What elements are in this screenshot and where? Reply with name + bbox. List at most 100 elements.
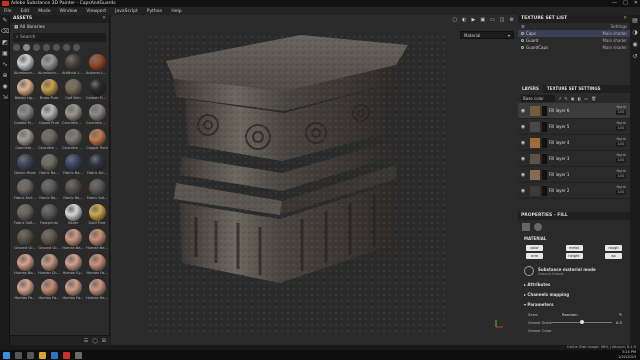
slider-handle[interactable] [580, 320, 584, 324]
material-thumbnail[interactable]: Footprints [38, 204, 60, 227]
menu-file[interactable]: File [4, 9, 12, 14]
gravel-scale-slider[interactable] [552, 320, 612, 324]
menu-mode[interactable]: Mode [38, 9, 50, 14]
close-icon[interactable]: ✕ [102, 15, 106, 23]
material-thumbnail[interactable]: Gold Pure [86, 204, 108, 227]
attributes-section[interactable]: ▸ Attributes [518, 280, 630, 290]
texture-set-item[interactable]: GuardCaps Main shader [518, 44, 630, 51]
add-mask-icon[interactable]: ◧ [578, 96, 582, 101]
menu-window[interactable]: Window [60, 9, 78, 14]
material-thumbnail[interactable]: Human Ey... [62, 254, 84, 277]
menu-icon[interactable]: ☰ [521, 24, 525, 29]
color-picker-icon[interactable]: ◉ [0, 81, 10, 92]
channel-nrm-toggle[interactable]: nrm [526, 253, 543, 259]
material-thumbnail[interactable]: Aluminum Pa... [38, 54, 60, 77]
material-sphere-icon[interactable] [534, 223, 542, 231]
material-thumbnail[interactable]: Fabric Ro... [38, 179, 60, 202]
task-view-icon[interactable] [27, 351, 34, 359]
shader-settings-icon[interactable]: ◉ [630, 39, 640, 51]
channel-height-toggle[interactable]: height [565, 253, 583, 259]
layer-row[interactable]: ◉ Fill layer 1 Norm 100 [518, 167, 630, 183]
material-thumbnail[interactable]: Fabric Ro... [62, 179, 84, 202]
texture-set-item[interactable]: Guard Main shader [518, 37, 630, 44]
camera-icon[interactable]: ▶ [471, 17, 475, 23]
material-thumbnail[interactable]: Calf Skin [62, 79, 84, 102]
material-thumbnail[interactable]: Human Ha... [86, 279, 108, 302]
material-thumbnail[interactable]: Human Fa... [86, 254, 108, 277]
material-thumbnail[interactable]: Human Be... [86, 229, 108, 252]
blend-mode[interactable]: Norm [616, 169, 626, 173]
menu-edit[interactable]: Edit [21, 9, 30, 14]
menu-viewport[interactable]: Viewport [86, 9, 106, 14]
menu-javascript[interactable]: JavaScript [115, 9, 138, 14]
material-thumbnail[interactable]: Ground Gr... [38, 229, 60, 252]
history-icon[interactable]: ↺ [630, 51, 640, 63]
opacity-value[interactable]: 100 [616, 174, 626, 179]
gravel-scale-value[interactable]: 0.5 [616, 320, 622, 325]
material-thumbnail[interactable]: Carbon Fiber [86, 79, 108, 102]
render-icon[interactable]: ▣ [480, 17, 485, 23]
projection-icon[interactable]: ◩ [0, 37, 10, 48]
opacity-value[interactable]: 100 [616, 110, 626, 115]
channel-dropdown[interactable]: Material ▾ [460, 31, 514, 39]
search-icon[interactable] [15, 351, 22, 359]
filter-all-icon[interactable] [13, 44, 20, 51]
opacity-value[interactable]: 100 [616, 190, 626, 195]
painter-taskbar-icon[interactable] [63, 351, 70, 359]
filter-materials-icon[interactable] [23, 44, 30, 51]
material-thumbnail[interactable]: Human Bo... [14, 254, 36, 277]
polygon-fill-icon[interactable]: ▣ [0, 48, 10, 59]
settings-button[interactable]: Settings [611, 24, 627, 29]
material-thumbnail[interactable]: Denim Rivet [14, 154, 36, 177]
add-paint-layer-icon[interactable]: ✎ [564, 96, 567, 101]
blend-mode[interactable]: Norm [616, 105, 626, 109]
start-icon[interactable] [3, 351, 10, 359]
3d-viewport[interactable]: ▢ ◐ ▶ ▣ ▭ ◫ ⚙ Material ▾ [111, 15, 518, 345]
material-thumbnail[interactable]: Fabric Sof... [86, 179, 108, 202]
material-thumbnail[interactable]: Fabric Ba... [62, 154, 84, 177]
material-thumbnail[interactable]: Concrete C... [86, 104, 108, 127]
blend-mode-dropdown[interactable]: Base color [521, 94, 555, 102]
app-icon[interactable] [75, 351, 82, 359]
shader-name[interactable]: Main shader [602, 31, 627, 36]
measure-icon[interactable]: ⇲ [0, 92, 10, 103]
material-thumbnail[interactable]: Concrete S... [38, 129, 60, 152]
add-asset-icon[interactable]: ⊞ [102, 338, 106, 344]
zoom-slider-icon[interactable]: ◯ [92, 338, 98, 344]
layer-row[interactable]: ◉ Fill layer 2 Norm 100 [518, 183, 630, 199]
opacity-value[interactable]: 100 [616, 158, 626, 163]
layer-row[interactable]: ◉ Fill layer 4 Norm 100 [518, 135, 630, 151]
channel-color-toggle[interactable]: color [526, 245, 543, 251]
eye-icon[interactable]: ◉ [518, 108, 528, 114]
layer-row[interactable]: ◉ Fill layer 5 Norm 100 [518, 119, 630, 135]
material-thumbnail[interactable]: Human Fe... [14, 279, 36, 302]
material-thumbnail[interactable]: Aluminum Am... [14, 54, 36, 77]
material-thumbnail[interactable]: Human Fo... [38, 279, 60, 302]
visibility-icon[interactable] [521, 39, 524, 42]
layer-row[interactable]: ◉ Fill layer 3 Norm 100 [518, 151, 630, 167]
material-thumbnail[interactable]: Fabric Soft... [14, 204, 36, 227]
material-thumbnail[interactable]: Fabric De... [86, 154, 108, 177]
filter-smart-materials-icon[interactable] [33, 44, 40, 51]
shader-name[interactable]: Main shader [602, 38, 627, 43]
blend-mode[interactable]: Norm [616, 185, 626, 189]
filter-textures-icon[interactable] [53, 44, 60, 51]
search-input[interactable]: ⌕ Search [13, 33, 106, 42]
explorer-icon[interactable] [39, 351, 46, 359]
material-thumbnail[interactable]: Gilder [62, 204, 84, 227]
texture-set-item[interactable]: Caps Main shader [518, 30, 630, 37]
smudge-icon[interactable]: ∿ [0, 59, 10, 70]
single-view-icon[interactable]: ▭ [490, 17, 495, 23]
minimize-button[interactable]: — [612, 0, 617, 6]
randomize-icon[interactable]: ✎ [619, 312, 622, 317]
display-settings-icon[interactable]: ◐ [462, 17, 466, 23]
material-thumbnail[interactable]: Fabric Ba... [38, 154, 60, 177]
visibility-icon[interactable] [521, 32, 524, 35]
eye-icon[interactable]: ◉ [518, 156, 528, 162]
channels-mapping-section[interactable]: ▸ Channels mapping [518, 290, 630, 300]
material-thumbnail[interactable]: Copper Pure [86, 129, 108, 152]
material-thumbnail[interactable]: Concrete S... [62, 129, 84, 152]
filter-alphas-icon[interactable] [73, 44, 80, 51]
channel-ao-toggle[interactable]: ao [605, 253, 622, 259]
material-thumbnail[interactable]: Baked Lig... [14, 79, 36, 102]
